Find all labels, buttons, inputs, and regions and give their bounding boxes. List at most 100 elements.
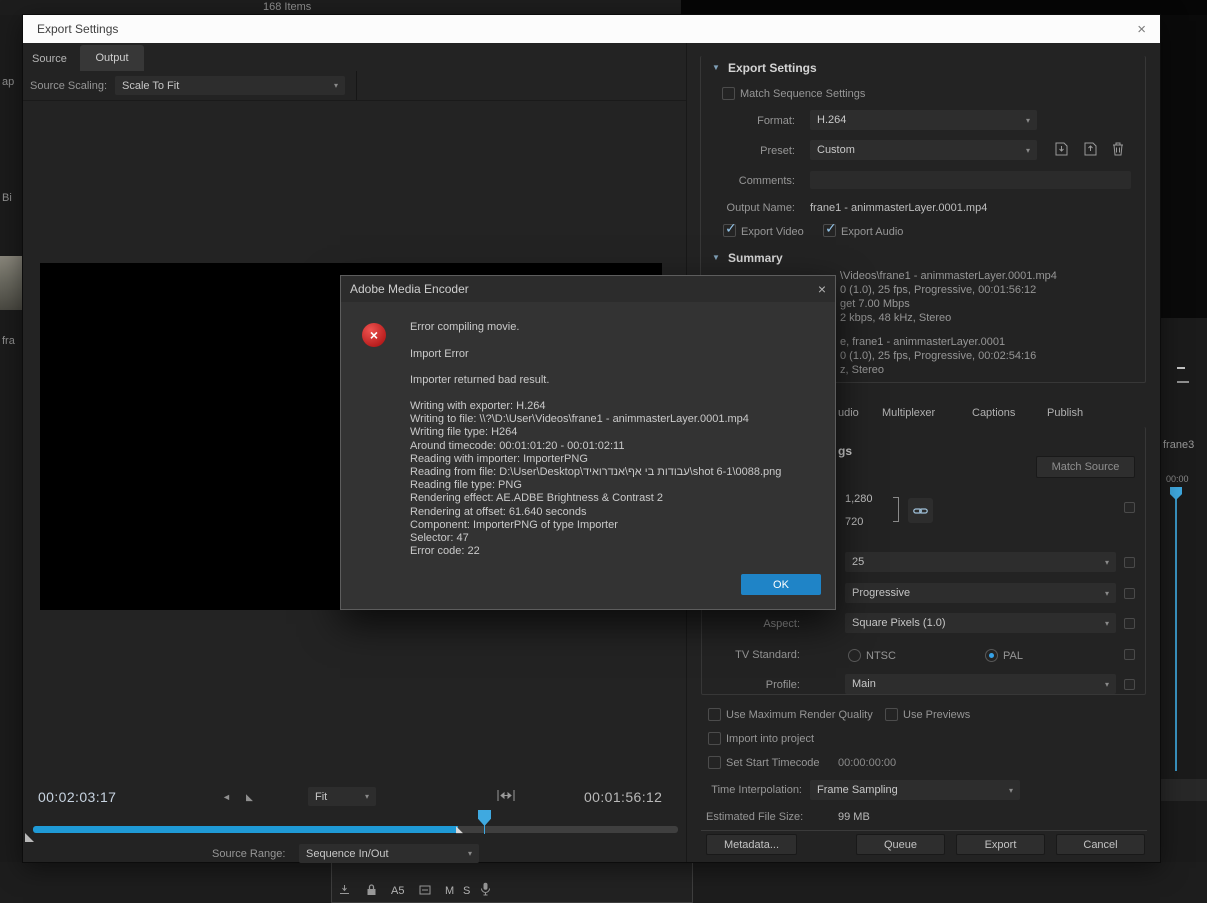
estimated-size-value: 99 MB (838, 811, 870, 823)
tab-source[interactable]: Source (32, 53, 67, 65)
save-preset-icon[interactable] (1053, 141, 1070, 157)
cancel-button[interactable]: Cancel (1056, 834, 1145, 855)
error-dialog: Adobe Media Encoder × × Error compiling … (340, 275, 836, 610)
duration-timecode: 00:01:56:12 (584, 789, 663, 805)
aspect-select[interactable]: Square Pixels (1.0) ▾ (845, 613, 1116, 633)
window-close-button[interactable]: × (1137, 21, 1146, 38)
out-point-handle[interactable]: ◣ (456, 824, 463, 835)
track-lock-icon[interactable] (366, 883, 377, 896)
video-settings-header-fragment: gs (838, 444, 853, 458)
ok-button[interactable]: OK (741, 574, 821, 595)
match-source-checkbox-size[interactable] (1124, 502, 1135, 513)
preset-label: Preset: (760, 145, 795, 157)
preset-value: Custom (817, 144, 855, 156)
frame-rate-select[interactable]: 25 ▾ (845, 552, 1116, 572)
export-settings-header: Export Settings (728, 61, 817, 75)
tab-output[interactable]: Output (80, 45, 144, 71)
match-source-checkbox-framerate[interactable] (1124, 557, 1135, 568)
chevron-down-icon: ▾ (1025, 145, 1030, 155)
track-header-panel (331, 862, 693, 903)
summary-line: 0 (1.0), 25 fps, Progressive, 00:01:56:1… (840, 284, 1037, 296)
export-video-checkbox[interactable]: ✓ (723, 220, 737, 237)
dialog-title: Adobe Media Encoder (350, 282, 469, 296)
chevron-down-icon: ▾ (467, 849, 472, 858)
tab-multiplexer[interactable]: Multiplexer (882, 407, 935, 419)
dialog-close-button[interactable]: × (818, 281, 826, 297)
format-value: H.264 (817, 114, 847, 126)
overwrite-icon[interactable] (339, 884, 350, 895)
track-target-icon[interactable] (419, 884, 431, 896)
match-source-checkbox-fieldorder[interactable] (1124, 588, 1135, 599)
tv-standard-label: TV Standard: (735, 649, 800, 661)
timeline-playhead-line (1175, 499, 1177, 771)
nav-triangle-left-icon[interactable]: ◄ (222, 792, 231, 802)
export-button[interactable]: Export (956, 834, 1045, 855)
delete-preset-icon[interactable] (1111, 141, 1125, 157)
use-previews-checkbox[interactable] (885, 708, 898, 721)
format-label: Format: (757, 115, 795, 127)
clip-fragment (1177, 367, 1185, 369)
preset-select[interactable]: Custom ▾ (810, 140, 1037, 160)
match-source-button[interactable]: Match Source (1036, 456, 1135, 478)
collapse-icon[interactable]: ▼ (712, 253, 720, 262)
metadata-button[interactable]: Metadata... (706, 834, 797, 855)
match-source-checkbox-aspect[interactable] (1124, 618, 1135, 629)
comments-label: Comments: (738, 175, 795, 187)
clip-thumbnail (0, 256, 23, 310)
field-order-value: Progressive (852, 587, 911, 599)
tab-audio-fragment[interactable]: udio (838, 407, 859, 419)
set-inout-icon[interactable] (497, 789, 515, 802)
output-name-link[interactable]: frane1 - animmasterLayer.0001.mp4 (810, 202, 987, 214)
import-into-project-checkbox[interactable] (708, 732, 721, 745)
start-timecode-value[interactable]: 00:00:00:00 (838, 757, 896, 769)
ntsc-radio[interactable] (848, 649, 861, 662)
format-select[interactable]: H.264 ▾ (810, 110, 1037, 130)
voiceover-record-icon[interactable] (480, 882, 491, 896)
source-range-label: Source Range: (212, 848, 286, 860)
match-sequence-checkbox[interactable] (722, 87, 735, 100)
field-order-select[interactable]: Progressive ▾ (845, 583, 1116, 603)
link-dimensions-button[interactable] (908, 498, 933, 523)
timeline-ruler-label: 00:00 (1166, 474, 1189, 484)
time-interpolation-value: Frame Sampling (817, 784, 898, 796)
export-audio-checkbox[interactable]: ✓ (823, 220, 837, 237)
screen: { "icons": { "collapse": "▼", "chevron":… (0, 0, 1207, 903)
tab-captions[interactable]: Captions (972, 407, 1015, 419)
source-range-select[interactable]: Sequence In/Out ▾ (299, 844, 479, 863)
match-sequence-label: Match Sequence Settings (740, 88, 866, 100)
tab-publish[interactable]: Publish (1047, 407, 1083, 419)
pal-radio[interactable] (985, 649, 998, 662)
preview-playhead-stem (484, 824, 485, 834)
bin-item-fragment: fra (2, 335, 15, 347)
error-message: Import Error (410, 348, 469, 360)
time-interpolation-select[interactable]: Frame Sampling ▾ (810, 780, 1020, 800)
check-icon: ✓ (725, 220, 737, 236)
collapse-icon[interactable]: ▼ (712, 63, 720, 72)
nav-triangle-corner-icon[interactable]: ◣ (246, 792, 253, 803)
playhead-timecode: 00:02:03:17 (38, 789, 117, 805)
set-start-timecode-checkbox[interactable] (708, 756, 721, 769)
solo-button[interactable]: S (463, 885, 470, 897)
error-detail-line: Writing with exporter: H.264 (410, 400, 546, 412)
error-detail-line: Reading from file: D:\User\Desktop\עבודו… (410, 466, 782, 479)
max-render-quality-checkbox[interactable] (708, 708, 721, 721)
row-divider (23, 100, 686, 101)
queue-button[interactable]: Queue (856, 834, 945, 855)
frame-rate-value: 25 (852, 556, 865, 568)
zoom-level-select[interactable]: Fit ▾ (308, 787, 376, 806)
output-name-label: Output Name: (726, 202, 795, 214)
profile-select[interactable]: Main ▾ (845, 674, 1116, 694)
match-source-checkbox-profile[interactable] (1124, 679, 1135, 690)
source-scaling-select[interactable]: Scale To Fit ▾ (115, 76, 345, 95)
import-preset-icon[interactable] (1082, 141, 1099, 157)
items-count-label: 168 Items (263, 1, 312, 13)
check-icon: ✓ (825, 220, 837, 236)
mute-button[interactable]: M (445, 885, 454, 897)
track-name-button[interactable]: A5 (391, 885, 404, 897)
in-point-grip[interactable] (25, 833, 34, 842)
summary-line: e, frane1 - animmasterLayer.0001 (840, 336, 1006, 348)
chevron-down-icon: ▾ (333, 81, 338, 90)
bin-item-fragment: ap (2, 76, 15, 88)
comments-input[interactable] (810, 171, 1131, 189)
match-source-checkbox-tvstandard[interactable] (1124, 649, 1135, 660)
